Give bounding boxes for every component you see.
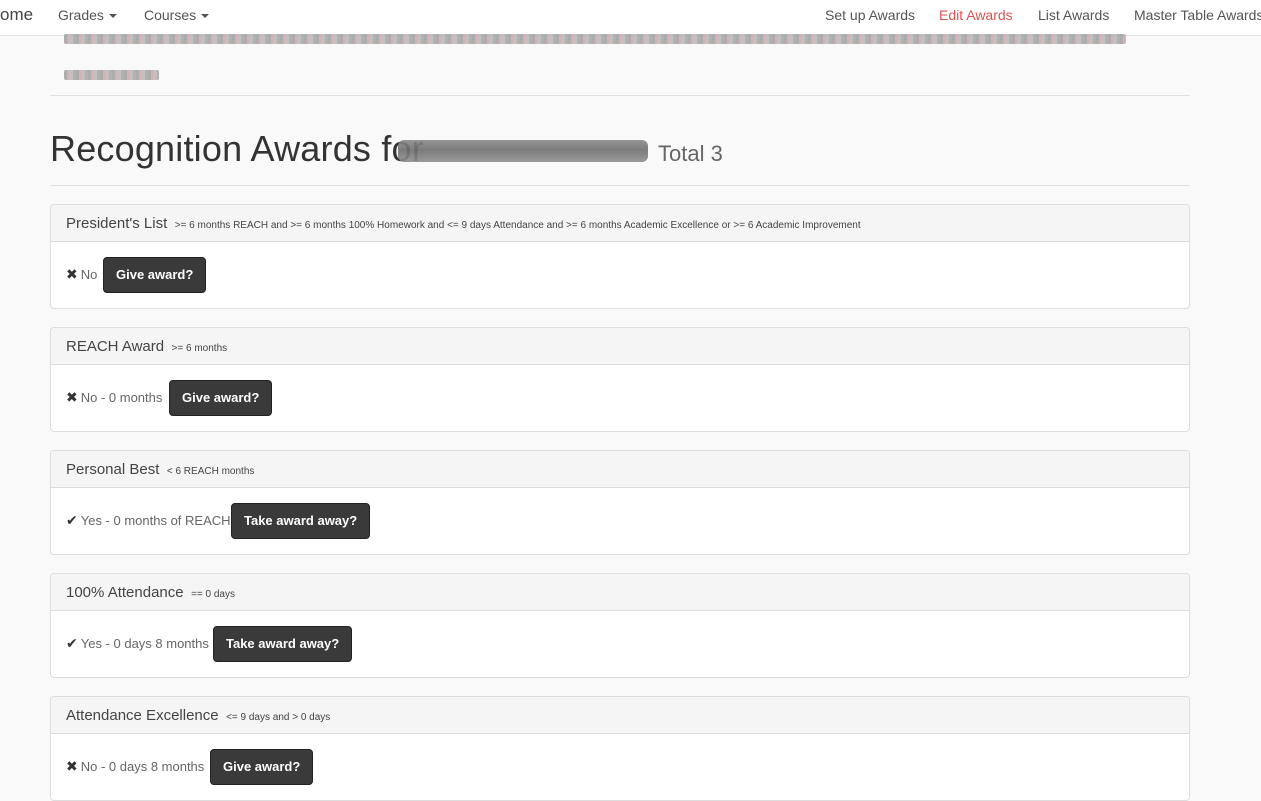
award-status-text: Yes - 0 months of REACH bbox=[80, 513, 231, 528]
award-panel-body: ✖ No - 0 months Give award? bbox=[51, 365, 1189, 431]
award-criteria: >= 6 months bbox=[171, 343, 228, 354]
nav-grades-dropdown[interactable]: Grades bbox=[58, 7, 117, 23]
award-panel: 100% Attendance == 0 days ✔ Yes - 0 days … bbox=[50, 573, 1190, 678]
give-award-button[interactable]: Give award? bbox=[169, 380, 273, 416]
award-panel-heading: 100% Attendance == 0 days bbox=[51, 574, 1189, 611]
divider bbox=[50, 95, 1190, 96]
divider bbox=[50, 185, 1190, 186]
award-name: REACH Award bbox=[66, 338, 165, 355]
award-name: President's List bbox=[66, 215, 168, 232]
give-award-button[interactable]: Give award? bbox=[210, 749, 314, 785]
give-award-button[interactable]: Give award? bbox=[103, 257, 207, 293]
award-criteria: < 6 REACH months bbox=[166, 466, 255, 477]
award-name: Attendance Excellence bbox=[66, 707, 219, 724]
caret-down-icon bbox=[108, 14, 117, 19]
award-name: 100% Attendance bbox=[66, 584, 184, 601]
nav-home-link[interactable]: ome bbox=[0, 5, 33, 25]
caret-down-icon bbox=[201, 14, 210, 19]
award-criteria: == 0 days bbox=[191, 589, 235, 600]
award-status-text: No - 0 days 8 months bbox=[80, 759, 205, 774]
award-status: ✖ No - 0 days 8 months bbox=[66, 758, 204, 775]
award-status: ✔ Yes - 0 months of REACH bbox=[66, 512, 231, 529]
page-title: Recognition Awards for bbox=[50, 128, 424, 169]
award-criteria: <= 9 days and > 0 days bbox=[226, 712, 331, 723]
nav-courses-dropdown[interactable]: Courses bbox=[144, 7, 210, 23]
nav-courses-label: Courses bbox=[144, 7, 197, 23]
redacted-name bbox=[398, 140, 648, 162]
award-panel: Attendance Excellence <= 9 days and > 0 … bbox=[50, 696, 1190, 801]
nav-edit-awards-link[interactable]: Edit Awards bbox=[939, 7, 1013, 23]
award-panel: REACH Award >= 6 months ✖ No - 0 months G… bbox=[50, 327, 1190, 432]
cross-icon: ✖ bbox=[66, 389, 78, 405]
award-status-text: No bbox=[80, 267, 98, 282]
award-panel-body: ✔ Yes - 0 days 8 months Take award away? bbox=[51, 611, 1189, 677]
award-name: Personal Best bbox=[66, 461, 160, 478]
awards-total: Total 3 bbox=[658, 141, 723, 166]
award-criteria: >= 6 months REACH and >= 6 months 100% H… bbox=[174, 220, 861, 231]
nav-list-awards-link[interactable]: List Awards bbox=[1038, 7, 1109, 23]
award-panel-body: ✖ No Give award? bbox=[51, 242, 1189, 308]
award-status-text: No - 0 months bbox=[80, 390, 163, 405]
award-status-text: Yes - 0 days 8 months bbox=[80, 636, 209, 651]
check-icon: ✔ bbox=[66, 635, 78, 651]
redacted-text bbox=[64, 70, 159, 80]
award-panel-heading: President's List >= 6 months REACH and >… bbox=[51, 205, 1189, 242]
award-panel-body: ✔ Yes - 0 months of REACH Take award away… bbox=[51, 488, 1189, 554]
award-panel-body: ✖ No - 0 days 8 months Give award? bbox=[51, 734, 1189, 800]
nav-master-table-link[interactable]: Master Table Awards bbox=[1134, 7, 1261, 23]
top-navbar: ome Grades Courses Set up Awards Edit Aw… bbox=[0, 0, 1261, 36]
cross-icon: ✖ bbox=[66, 266, 78, 282]
award-panel: President's List >= 6 months REACH and >… bbox=[50, 204, 1190, 309]
redacted-text bbox=[64, 34, 1126, 44]
nav-setup-awards-link[interactable]: Set up Awards bbox=[825, 7, 915, 23]
check-icon: ✔ bbox=[66, 512, 78, 528]
nav-grades-label: Grades bbox=[58, 7, 104, 23]
award-status: ✖ No bbox=[66, 266, 97, 283]
cross-icon: ✖ bbox=[66, 758, 78, 774]
award-panel-heading: Personal Best < 6 REACH months bbox=[51, 451, 1189, 488]
award-panel: Personal Best < 6 REACH months ✔ Yes - 0 … bbox=[50, 450, 1190, 555]
award-status: ✖ No - 0 months bbox=[66, 389, 162, 406]
take-award-away-button[interactable]: Take award away? bbox=[231, 503, 371, 539]
award-status: ✔ Yes - 0 days 8 months bbox=[66, 635, 209, 652]
award-panel-heading: Attendance Excellence <= 9 days and > 0 … bbox=[51, 697, 1189, 734]
award-panel-heading: REACH Award >= 6 months bbox=[51, 328, 1189, 365]
take-award-away-button[interactable]: Take award away? bbox=[213, 626, 353, 662]
